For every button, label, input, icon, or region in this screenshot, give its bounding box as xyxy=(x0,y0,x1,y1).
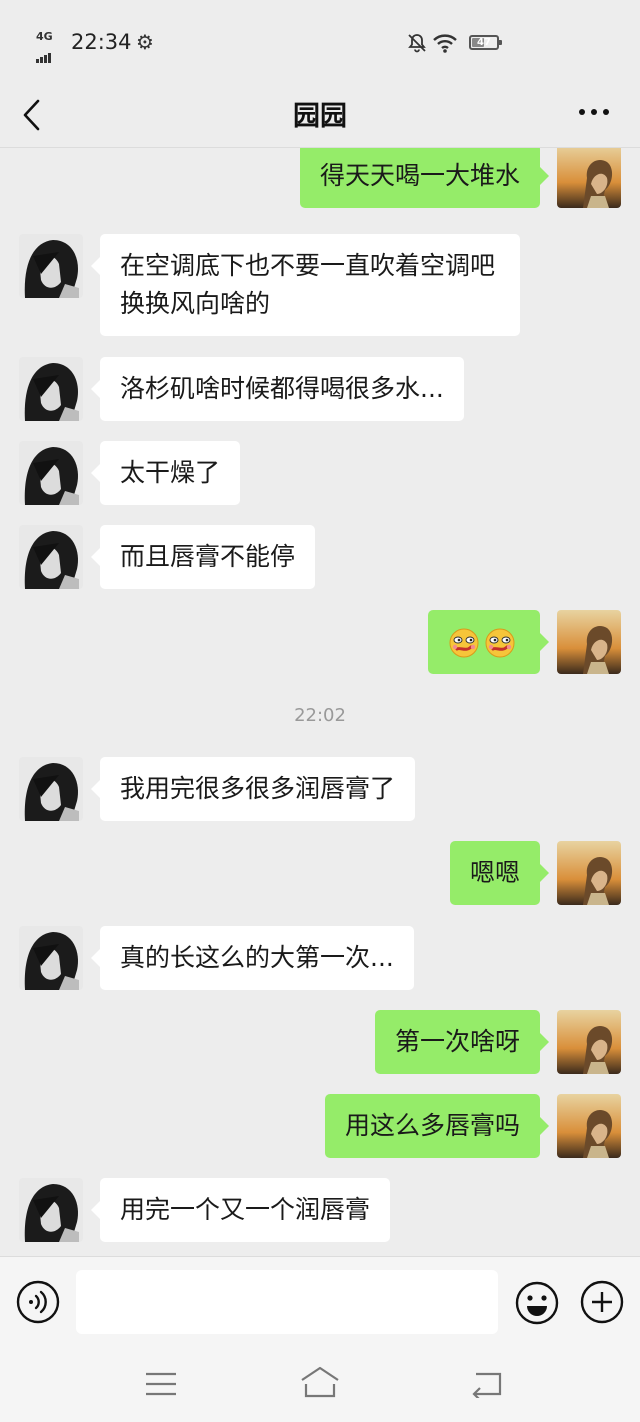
network-type: 4G xyxy=(36,30,53,43)
message-bubble-in[interactable]: 太干燥了 xyxy=(90,441,241,505)
signal-icon: 4G xyxy=(36,30,66,63)
avatar-contact[interactable] xyxy=(19,757,83,821)
menu-icon[interactable] xyxy=(144,1370,178,1398)
message-bubble-in[interactable]: 洛杉矶啥时候都得喝很多水... xyxy=(91,357,464,421)
message-bubble-out[interactable] xyxy=(428,610,549,674)
system-nav-bar xyxy=(0,1350,640,1422)
message-bubble-out[interactable]: 第一次啥呀 xyxy=(374,1010,550,1074)
message-bubble-out[interactable]: 用这么多唇膏吗 xyxy=(324,1094,550,1158)
back-nav-icon[interactable] xyxy=(470,1370,504,1398)
more-icon[interactable] xyxy=(576,100,612,124)
gear-icon: ⚙ xyxy=(136,30,154,54)
avatar-self[interactable] xyxy=(557,148,621,208)
avatar-contact[interactable] xyxy=(19,357,83,421)
battery-icon: 47 xyxy=(469,35,502,50)
message-bubble-out[interactable]: 得天天喝一大堆水 xyxy=(299,148,550,208)
message-bubble-in[interactable]: 在空调底下也不要一直吹着空调吧 换换风向啥的 xyxy=(91,234,520,336)
avatar-contact[interactable] xyxy=(19,441,83,505)
timestamp: 22:02 xyxy=(294,705,346,726)
battery-level: 47 xyxy=(477,37,491,48)
avatar-contact[interactable] xyxy=(19,1178,83,1242)
smirk-emoji-icon xyxy=(485,628,515,658)
chat-title: 园园 xyxy=(293,101,347,132)
plus-icon[interactable] xyxy=(580,1280,624,1324)
avatar-self[interactable] xyxy=(557,610,621,674)
smirk-emoji-icon xyxy=(449,628,479,658)
avatar-contact[interactable] xyxy=(19,926,83,990)
avatar-self[interactable] xyxy=(557,1010,621,1074)
message-bubble-out[interactable]: 嗯嗯 xyxy=(449,841,550,905)
voice-icon[interactable] xyxy=(16,1280,60,1324)
avatar-self[interactable] xyxy=(557,1094,621,1158)
message-bubble-in[interactable]: 用完一个又一个润唇膏 xyxy=(90,1178,391,1242)
emoji-icon[interactable] xyxy=(514,1280,560,1326)
avatar-self[interactable] xyxy=(557,841,621,905)
mute-bell-icon xyxy=(408,34,426,53)
status-bar: 4G 22:34 ⚙ 47 xyxy=(0,0,640,86)
message-list[interactable]: 得天天喝一大堆水 在空调底下也不要一直吹着空调吧 换换风向啥的 洛杉矶啥时候都得… xyxy=(0,148,640,1256)
input-bar xyxy=(0,1256,640,1350)
message-input[interactable] xyxy=(76,1270,498,1334)
avatar-contact[interactable] xyxy=(19,525,83,589)
chat-header: 园园 xyxy=(0,86,640,148)
message-bubble-in[interactable]: 我用完很多很多润唇膏了 xyxy=(90,757,416,821)
home-icon[interactable] xyxy=(298,1364,342,1400)
message-bubble-in[interactable]: 真的长这么的大第一次... xyxy=(91,926,414,990)
message-bubble-in[interactable]: 而且唇膏不能停 xyxy=(90,525,316,589)
wifi-icon xyxy=(433,34,457,53)
status-time: 22:34 xyxy=(71,30,132,54)
avatar-contact[interactable] xyxy=(19,234,83,298)
